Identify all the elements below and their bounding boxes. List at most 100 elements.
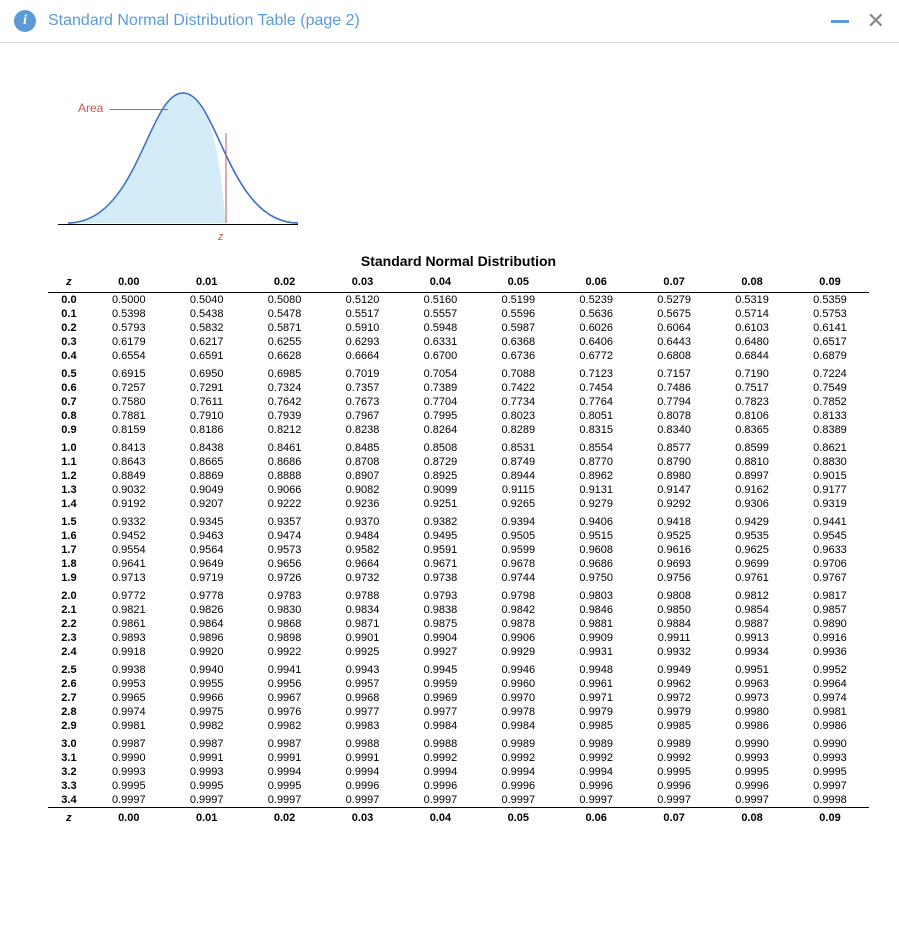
col-header: 0.03: [324, 275, 402, 293]
z-value: 1.0: [48, 437, 90, 455]
prob-value: 0.9761: [713, 571, 791, 585]
prob-value: 0.9987: [168, 733, 246, 751]
prob-value: 0.9967: [246, 691, 324, 705]
prob-value: 0.6808: [635, 349, 713, 363]
z-value: 2.1: [48, 603, 90, 617]
prob-value: 0.7967: [324, 409, 402, 423]
prob-value: 0.9649: [168, 557, 246, 571]
prob-value: 0.9857: [791, 603, 869, 617]
prob-value: 0.9864: [168, 617, 246, 631]
prob-value: 0.9975: [168, 705, 246, 719]
prob-value: 0.9871: [324, 617, 402, 631]
prob-value: 0.9678: [479, 557, 557, 571]
z-value: 2.8: [48, 705, 90, 719]
prob-value: 0.9996: [479, 779, 557, 793]
prob-value: 0.9788: [324, 585, 402, 603]
prob-value: 0.9963: [713, 677, 791, 691]
z-value: 1.1: [48, 455, 90, 469]
prob-value: 0.9545: [791, 529, 869, 543]
normal-curve-diagram: Area z: [48, 73, 308, 243]
prob-value: 0.9981: [791, 705, 869, 719]
table-row: 0.40.65540.65910.66280.66640.67000.67360…: [48, 349, 869, 363]
table-footer: z0.000.010.020.030.040.050.060.070.080.0…: [48, 808, 869, 826]
prob-value: 0.9463: [168, 529, 246, 543]
prob-value: 0.9641: [90, 557, 168, 571]
prob-value: 0.9251: [401, 497, 479, 511]
prob-value: 0.9706: [791, 557, 869, 571]
prob-value: 0.9911: [635, 631, 713, 645]
prob-value: 0.5557: [401, 307, 479, 321]
prob-value: 0.8340: [635, 423, 713, 437]
prob-value: 0.6591: [168, 349, 246, 363]
col-header: 0.05: [479, 808, 557, 826]
prob-value: 0.6026: [557, 321, 635, 335]
x-axis: [58, 224, 298, 225]
table-row: 2.50.99380.99400.99410.99430.99450.99460…: [48, 659, 869, 677]
z-table: z0.000.010.020.030.040.050.060.070.080.0…: [48, 275, 869, 825]
prob-value: 0.6406: [557, 335, 635, 349]
prob-value: 0.9925: [324, 645, 402, 659]
prob-value: 0.9984: [479, 719, 557, 733]
prob-value: 0.9345: [168, 511, 246, 529]
z-value: 2.9: [48, 719, 90, 733]
table-row: 2.20.98610.98640.98680.98710.98750.98780…: [48, 617, 869, 631]
prob-value: 0.9429: [713, 511, 791, 529]
z-value: 3.1: [48, 751, 90, 765]
prob-value: 0.6255: [246, 335, 324, 349]
prob-value: 0.7291: [168, 381, 246, 395]
prob-value: 0.7422: [479, 381, 557, 395]
prob-value: 0.8810: [713, 455, 791, 469]
prob-value: 0.9927: [401, 645, 479, 659]
z-value: 0.1: [48, 307, 90, 321]
prob-value: 0.6103: [713, 321, 791, 335]
prob-value: 0.9279: [557, 497, 635, 511]
prob-value: 0.9664: [324, 557, 402, 571]
prob-value: 0.9236: [324, 497, 402, 511]
prob-value: 0.9846: [557, 603, 635, 617]
col-header: 0.08: [713, 808, 791, 826]
table-body: 0.00.50000.50400.50800.51200.51600.51990…: [48, 293, 869, 808]
prob-value: 0.7190: [713, 363, 791, 381]
prob-value: 0.9049: [168, 483, 246, 497]
prob-value: 0.8413: [90, 437, 168, 455]
prob-value: 0.9991: [246, 751, 324, 765]
prob-value: 0.9955: [168, 677, 246, 691]
z-value: 0.4: [48, 349, 90, 363]
prob-value: 0.5948: [401, 321, 479, 335]
col-header: 0.01: [168, 808, 246, 826]
prob-value: 0.7642: [246, 395, 324, 409]
prob-value: 0.7549: [791, 381, 869, 395]
prob-value: 0.9991: [168, 751, 246, 765]
prob-value: 0.9976: [246, 705, 324, 719]
prob-value: 0.6480: [713, 335, 791, 349]
table-row: 1.30.90320.90490.90660.90820.90990.91150…: [48, 483, 869, 497]
prob-value: 0.7794: [635, 395, 713, 409]
prob-value: 0.5239: [557, 293, 635, 308]
prob-value: 0.9938: [90, 659, 168, 677]
prob-value: 0.9994: [324, 765, 402, 779]
titlebar: i Standard Normal Distribution Table (pa…: [0, 0, 899, 43]
prob-value: 0.8212: [246, 423, 324, 437]
prob-value: 0.5675: [635, 307, 713, 321]
prob-value: 0.8749: [479, 455, 557, 469]
z-value: 0.7: [48, 395, 90, 409]
prob-value: 0.9484: [324, 529, 402, 543]
table-row: 0.20.57930.58320.58710.59100.59480.59870…: [48, 321, 869, 335]
prob-value: 0.9750: [557, 571, 635, 585]
prob-value: 0.9990: [90, 751, 168, 765]
col-header: 0.02: [246, 275, 324, 293]
prob-value: 0.9996: [557, 779, 635, 793]
close-icon[interactable]: ✕: [867, 10, 885, 32]
content-area: Area z Standard Normal Distribution z0.0…: [0, 43, 899, 845]
prob-value: 0.7734: [479, 395, 557, 409]
minimize-icon[interactable]: [831, 20, 849, 23]
prob-value: 0.8643: [90, 455, 168, 469]
prob-value: 0.9817: [791, 585, 869, 603]
prob-value: 0.8621: [791, 437, 869, 455]
table-row: 3.10.99900.99910.99910.99910.99920.99920…: [48, 751, 869, 765]
prob-value: 0.9953: [90, 677, 168, 691]
prob-value: 0.9686: [557, 557, 635, 571]
prob-value: 0.9931: [557, 645, 635, 659]
z-value: 0.5: [48, 363, 90, 381]
prob-value: 0.9732: [324, 571, 402, 585]
